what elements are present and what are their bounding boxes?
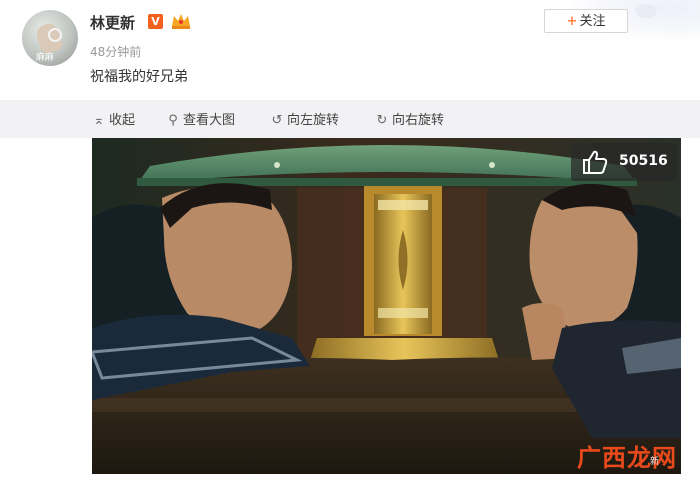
rotate-right-button[interactable]: ↻ 向右旋转 — [375, 109, 444, 128]
rotate-right-label: 向右旋转 — [392, 113, 445, 128]
avatar-tag: 麻麻 — [36, 53, 55, 63]
follow-button[interactable]: + 关注 — [544, 9, 628, 33]
image-action-bar: ⌅ 收起 ⚲ 查看大图 ↺ 向左旋转 ↻ 向右旋转 — [0, 100, 700, 138]
like-badge[interactable]: 50516 — [571, 143, 677, 181]
rotate-right-icon: ↻ — [376, 113, 388, 128]
follow-button-label: 关注 — [579, 14, 606, 29]
collapse-button[interactable]: ⌅ 收起 — [92, 109, 135, 128]
crown-icon[interactable] — [170, 12, 192, 30]
view-large-label: 查看大图 — [183, 113, 236, 128]
username[interactable]: 林更新 — [90, 12, 135, 33]
avatar-ring — [48, 28, 62, 42]
rotate-left-button[interactable]: ↺ 向左旋转 — [270, 109, 339, 128]
post-header: 麻麻 林更新 V 48分钟前 祝福我的好兄弟 + 关注 — [0, 0, 700, 100]
post-photo[interactable] — [92, 138, 681, 474]
view-large-button[interactable]: ⚲ 查看大图 — [166, 109, 235, 128]
photo-bottom-strip — [0, 474, 700, 482]
rotate-left-icon: ↺ — [271, 113, 283, 128]
collapse-label: 收起 — [109, 113, 136, 128]
watermark-logo: 广西龙网 — [577, 444, 677, 472]
photo-illustration — [92, 138, 681, 474]
vip-badge-icon[interactable]: V — [148, 14, 163, 29]
watermark-sub: 新 — [650, 457, 660, 467]
search-icon: ⚲ — [168, 113, 178, 128]
collapse-arrow-icon: ⌅ — [93, 113, 105, 128]
like-count: 50516 — [619, 153, 668, 169]
plus-icon: + — [566, 14, 578, 29]
thumbs-up-icon — [583, 150, 608, 174]
post-text: 祝福我的好兄弟 — [90, 69, 188, 85]
decoration-bubble-icon — [635, 4, 657, 18]
post-time[interactable]: 48分钟前 — [90, 43, 141, 60]
rotate-left-label: 向左旋转 — [287, 113, 340, 128]
avatar[interactable]: 麻麻 — [22, 10, 78, 66]
